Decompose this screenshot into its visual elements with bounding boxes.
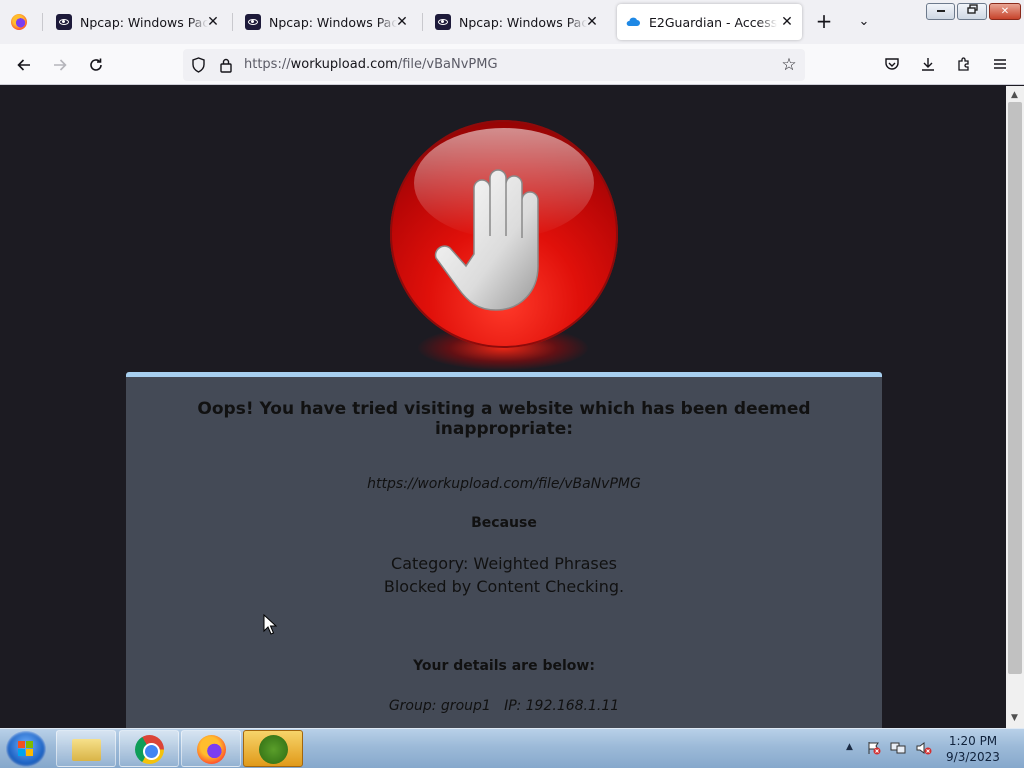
minimize-button[interactable] [926, 3, 955, 20]
address-bar[interactable]: https://workupload.com/file/vBaNvPMG ☆ [183, 49, 805, 81]
restore-button[interactable] [957, 3, 987, 20]
hamburger-menu-icon [994, 59, 1006, 69]
details-heading: Your details are below: [413, 658, 595, 674]
tab-close-icon[interactable]: ✕ [583, 13, 601, 31]
download-icon [922, 58, 934, 71]
clock-time: 1:20 PM [948, 734, 998, 748]
puzzle-piece-icon [958, 57, 969, 71]
message-panel: Oops! You have tried visiting a website … [126, 372, 882, 728]
tab-close-icon[interactable]: ✕ [204, 13, 222, 31]
cloud-favicon-icon [626, 17, 640, 26]
url-domain: workupload.com [290, 57, 398, 72]
back-arrow-icon [17, 59, 30, 71]
system-clock[interactable]: 1:20 PM 9/3/2023 [938, 733, 1008, 765]
taskbar-windows-app[interactable] [243, 730, 303, 767]
close-icon: ✕ [1000, 6, 1010, 17]
bookmark-star-icon[interactable]: ☆ [779, 55, 799, 75]
folder-icon [72, 739, 101, 761]
firefox-menu-icon[interactable] [11, 14, 27, 30]
tab-separator [42, 13, 43, 31]
windows-app-icon [259, 735, 288, 764]
scroll-up-arrow-icon[interactable]: ▲ [1011, 90, 1018, 100]
minimize-icon [936, 10, 945, 12]
tab-title: Npcap: Windows Packet Capture Library & … [80, 14, 208, 30]
page-headline: Oops! You have tried visiting a website … [197, 399, 811, 439]
new-tab-button[interactable]: + [814, 11, 834, 32]
details-info: Group: group1 IP: 192.168.1.11 [388, 698, 620, 714]
chrome-icon [135, 735, 164, 764]
tab-title: Npcap: Windows Packet Capture Library & … [269, 14, 397, 30]
lock-icon[interactable] [219, 57, 233, 73]
block-reason-category: Category: Weighted Phrases [391, 554, 617, 573]
tab-npcap-1[interactable]: Npcap: Windows Packet Capture Library & … [48, 4, 228, 40]
npcap-favicon-icon [435, 14, 451, 30]
tracking-protection-shield-icon[interactable] [191, 57, 206, 73]
tab-close-icon[interactable]: ✕ [778, 13, 796, 31]
network-icon[interactable] [890, 740, 908, 756]
blocked-url: https://workupload.com/file/vBaNvPMG [367, 476, 641, 492]
vertical-scrollbar[interactable]: ▲ ▼ [1006, 86, 1024, 728]
app-menu-button[interactable] [989, 53, 1011, 75]
stop-hand-icon [434, 169, 539, 311]
tab-npcap-3[interactable]: Npcap: Windows Packet Capture Library & … [427, 4, 607, 40]
volume-muted-icon[interactable] [915, 740, 933, 756]
npcap-favicon-icon [245, 14, 261, 30]
tab-title: E2Guardian - Access Denied [649, 14, 777, 30]
list-all-tabs-chevron-icon[interactable]: ⌄ [855, 12, 873, 32]
tab-separator [232, 13, 233, 31]
navigation-toolbar: https://workupload.com/file/vBaNvPMG ☆ [0, 44, 1024, 85]
restore-icon [966, 4, 978, 14]
tab-e2guardian[interactable]: E2Guardian - Access Denied ✕ [617, 4, 802, 40]
start-button[interactable] [6, 731, 46, 767]
reload-icon [90, 58, 102, 71]
tab-separator [422, 13, 423, 31]
forward-arrow-icon [54, 59, 67, 71]
stop-hand-graphic [388, 120, 620, 370]
tab-npcap-2[interactable]: Npcap: Windows Packet Capture Library & … [237, 4, 417, 40]
forward-button[interactable] [48, 53, 72, 77]
taskbar-chrome[interactable] [119, 730, 179, 767]
reload-button[interactable] [84, 53, 108, 77]
url-path: /file/vBaNvPMG [397, 57, 498, 72]
back-button[interactable] [12, 53, 36, 77]
blocked-page: Oops! You have tried visiting a website … [0, 86, 1006, 728]
mouse-pointer-icon [263, 614, 277, 635]
tab-close-icon[interactable]: ✕ [393, 13, 411, 31]
firefox-icon [197, 735, 226, 764]
show-hidden-icons-arrow-icon[interactable]: ▲ [846, 742, 853, 752]
url-prefix: https:// [244, 57, 291, 72]
block-reason-method: Blocked by Content Checking. [383, 577, 625, 596]
npcap-favicon-icon [56, 14, 72, 30]
tab-strip: Npcap: Windows Packet Capture Library & … [0, 0, 1024, 44]
scrollbar-thumb[interactable] [1008, 102, 1022, 674]
clock-date: 9/3/2023 [946, 750, 1000, 764]
taskbar-file-explorer[interactable] [56, 730, 116, 767]
tab-title: Npcap: Windows Packet Capture Library & … [459, 14, 587, 30]
close-window-button[interactable]: ✕ [989, 3, 1021, 20]
url-text[interactable]: https://workupload.com/file/vBaNvPMG [244, 57, 498, 72]
downloads-button[interactable] [917, 53, 939, 75]
action-center-flag-icon[interactable] [866, 740, 882, 756]
windows-logo-icon [18, 741, 34, 757]
because-label: Because [471, 515, 537, 531]
taskbar-firefox[interactable] [181, 730, 241, 767]
windows-taskbar: ▲ 1:20 PM 9/3/2023 [0, 728, 1024, 768]
pocket-button[interactable] [881, 53, 903, 75]
pocket-icon [885, 58, 899, 70]
scroll-down-arrow-icon[interactable]: ▼ [1011, 713, 1018, 723]
extensions-button[interactable] [953, 53, 975, 75]
